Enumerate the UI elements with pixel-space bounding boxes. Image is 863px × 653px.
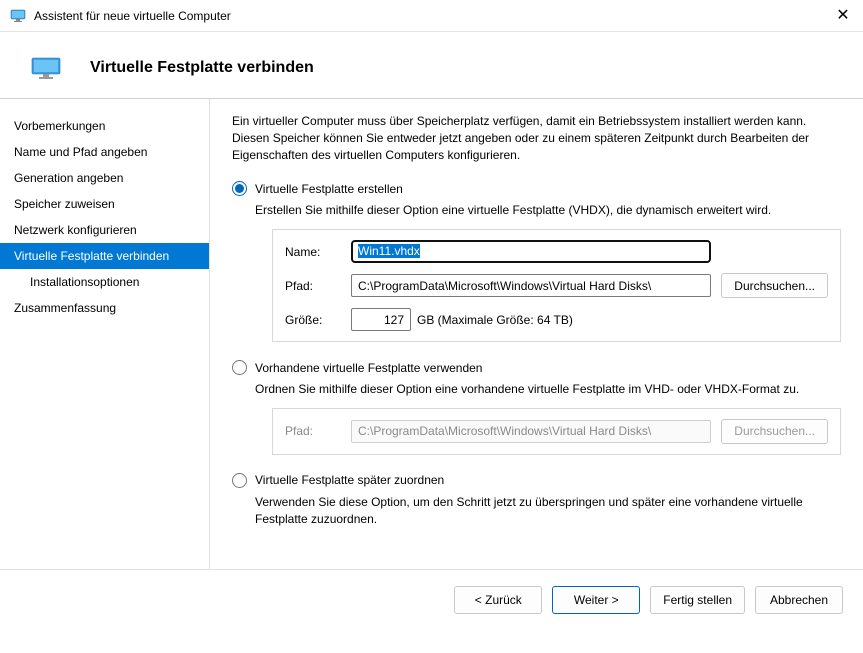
browse-create-button[interactable]: Durchsuchen...	[721, 273, 828, 298]
sidebar-item-installation[interactable]: Installationsoptionen	[0, 269, 209, 295]
wizard-sidebar: Vorbemerkungen Name und Pfad angeben Gen…	[0, 99, 210, 569]
path-input[interactable]	[351, 274, 711, 297]
size-input[interactable]	[351, 308, 411, 331]
option-later: Virtuelle Festplatte später zuordnen Ver…	[232, 473, 841, 528]
close-button[interactable]: ✕	[823, 0, 863, 32]
option-existing-desc: Ordnen Sie mithilfe dieser Option eine v…	[255, 381, 841, 398]
sidebar-item-zusammenfassung[interactable]: Zusammenfassung	[0, 295, 209, 321]
existing-path-input	[351, 420, 711, 443]
window-title: Assistent für neue virtuelle Computer	[34, 9, 823, 23]
wizard-content: Ein virtueller Computer muss über Speich…	[210, 99, 863, 569]
sidebar-item-generation[interactable]: Generation angeben	[0, 165, 209, 191]
sidebar-item-vorbemerkungen[interactable]: Vorbemerkungen	[0, 113, 209, 139]
option-create-desc: Erstellen Sie mithilfe dieser Option ein…	[255, 202, 841, 219]
option-create: Virtuelle Festplatte erstellen Erstellen…	[232, 181, 841, 342]
sidebar-item-netzwerk[interactable]: Netzwerk konfigurieren	[0, 217, 209, 243]
next-button[interactable]: Weiter >	[552, 586, 640, 614]
existing-path-label: Pfad:	[285, 424, 341, 438]
cancel-button[interactable]: Abbrechen	[755, 586, 843, 614]
radio-create-label: Virtuelle Festplatte erstellen	[255, 182, 403, 196]
wizard-header: Virtuelle Festplatte verbinden	[0, 32, 863, 98]
radio-existing[interactable]	[232, 360, 247, 375]
sidebar-item-speicher[interactable]: Speicher zuweisen	[0, 191, 209, 217]
radio-later[interactable]	[232, 473, 247, 488]
wizard-icon	[30, 56, 62, 80]
size-label: Größe:	[285, 313, 341, 327]
radio-later-label: Virtuelle Festplatte später zuordnen	[255, 473, 444, 487]
create-field-box: Name: Pfad: Durchsuchen... Größe: GB (Ma…	[272, 229, 841, 342]
sidebar-item-name-pfad[interactable]: Name und Pfad angeben	[0, 139, 209, 165]
wizard-footer: < Zurück Weiter > Fertig stellen Abbrech…	[0, 569, 863, 630]
titlebar: Assistent für neue virtuelle Computer ✕	[0, 0, 863, 32]
option-later-desc: Verwenden Sie diese Option, um den Schri…	[255, 494, 841, 528]
name-input[interactable]	[351, 240, 711, 263]
path-label: Pfad:	[285, 279, 341, 293]
sidebar-item-festplatte[interactable]: Virtuelle Festplatte verbinden	[0, 243, 209, 269]
intro-text: Ein virtueller Computer muss über Speich…	[232, 113, 841, 163]
finish-button[interactable]: Fertig stellen	[650, 586, 745, 614]
browse-existing-button: Durchsuchen...	[721, 419, 828, 444]
name-label: Name:	[285, 245, 341, 259]
back-button[interactable]: < Zurück	[454, 586, 542, 614]
radio-create[interactable]	[232, 181, 247, 196]
page-title: Virtuelle Festplatte verbinden	[90, 59, 314, 77]
app-icon	[10, 8, 26, 24]
option-existing: Vorhandene virtuelle Festplatte verwende…	[232, 360, 841, 455]
existing-field-box: Pfad: Durchsuchen...	[272, 408, 841, 455]
size-unit: GB (Maximale Größe: 64 TB)	[417, 313, 573, 327]
radio-existing-label: Vorhandene virtuelle Festplatte verwende…	[255, 361, 482, 375]
